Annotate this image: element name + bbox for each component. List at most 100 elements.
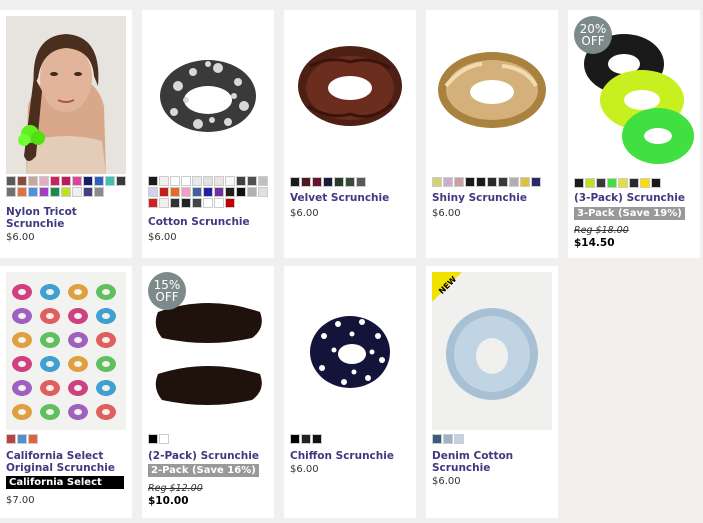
color-swatch[interactable] [596, 178, 606, 188]
color-swatch[interactable] [432, 177, 442, 187]
color-swatch[interactable] [443, 177, 453, 187]
color-swatch[interactable] [334, 177, 344, 187]
color-swatch[interactable] [83, 176, 93, 186]
color-swatch[interactable] [301, 434, 311, 444]
product-name[interactable]: Nylon Tricot Scrunchie [6, 206, 130, 230]
color-swatch[interactable] [148, 187, 158, 197]
color-swatch[interactable] [181, 176, 191, 186]
color-swatch[interactable] [203, 176, 213, 186]
product-photo-nylon[interactable] [6, 16, 126, 174]
color-swatch[interactable] [531, 177, 541, 187]
color-swatch[interactable] [203, 187, 213, 197]
color-swatch[interactable] [476, 177, 486, 187]
color-swatch[interactable] [159, 187, 169, 197]
color-swatch[interactable] [290, 177, 300, 187]
color-swatch[interactable] [214, 176, 224, 186]
color-swatch[interactable] [170, 187, 180, 197]
color-swatch[interactable] [148, 198, 158, 208]
color-swatch[interactable] [509, 177, 519, 187]
product-card[interactable]: Velvet Scrunchie $6.00 [284, 10, 416, 258]
product-card[interactable]: Shiny Scrunchie $6.00 [426, 10, 558, 258]
product-photo-shiny[interactable] [432, 16, 552, 174]
product-card[interactable]: 20% OFF (3-Pack) Scrunchie 3-Pack (Save … [568, 10, 700, 258]
color-swatch[interactable] [116, 176, 126, 186]
color-swatch[interactable] [170, 176, 180, 186]
color-swatch[interactable] [225, 187, 235, 197]
color-swatch[interactable] [312, 434, 322, 444]
color-swatch[interactable] [83, 187, 93, 197]
color-swatch[interactable] [159, 176, 169, 186]
color-swatch[interactable] [61, 176, 71, 186]
product-card[interactable]: Chiffon Scrunchie $6.00 [284, 266, 416, 518]
color-swatch[interactable] [225, 176, 235, 186]
color-swatch[interactable] [214, 187, 224, 197]
product-name[interactable]: (2-Pack) Scrunchie [148, 450, 272, 462]
color-swatch[interactable] [323, 177, 333, 187]
color-swatch[interactable] [159, 198, 169, 208]
color-swatch[interactable] [181, 187, 191, 197]
color-swatch[interactable] [72, 187, 82, 197]
color-swatch[interactable] [454, 177, 464, 187]
color-swatch[interactable] [105, 176, 115, 186]
color-swatch[interactable] [618, 178, 628, 188]
color-swatch[interactable] [443, 434, 453, 444]
color-swatch[interactable] [6, 187, 16, 197]
color-swatch[interactable] [148, 434, 158, 444]
color-swatch[interactable] [50, 187, 60, 197]
product-name[interactable]: Denim Cotton Scrunchie [432, 450, 556, 474]
product-name[interactable]: Chiffon Scrunchie [290, 450, 414, 462]
color-swatch[interactable] [487, 177, 497, 187]
color-swatch[interactable] [192, 198, 202, 208]
color-swatch[interactable] [629, 178, 639, 188]
color-swatch[interactable] [28, 176, 38, 186]
color-swatch[interactable] [225, 198, 235, 208]
color-swatch[interactable] [181, 198, 191, 208]
color-swatch[interactable] [72, 176, 82, 186]
color-swatch[interactable] [607, 178, 617, 188]
product-name[interactable]: Cotton Scrunchie [148, 216, 272, 228]
color-swatch[interactable] [345, 177, 355, 187]
product-photo-velvet[interactable] [290, 16, 410, 174]
color-swatch[interactable] [258, 187, 268, 197]
color-swatch[interactable] [94, 187, 104, 197]
color-swatch[interactable] [148, 176, 158, 186]
color-swatch[interactable] [290, 434, 300, 444]
product-card[interactable]: California Select Original Scrunchie Cal… [0, 266, 132, 518]
product-card[interactable]: Cotton Scrunchie $6.00 [142, 10, 274, 258]
color-swatch[interactable] [39, 176, 49, 186]
color-swatch[interactable] [203, 198, 213, 208]
color-swatch[interactable] [301, 177, 311, 187]
color-swatch[interactable] [94, 176, 104, 186]
color-swatch[interactable] [170, 198, 180, 208]
color-swatch[interactable] [356, 177, 366, 187]
color-swatch[interactable] [50, 176, 60, 186]
color-swatch[interactable] [17, 434, 27, 444]
color-swatch[interactable] [498, 177, 508, 187]
color-swatch[interactable] [465, 177, 475, 187]
product-card[interactable]: Nylon Tricot Scrunchie $6.00 [0, 10, 132, 258]
product-name[interactable]: Velvet Scrunchie [290, 192, 414, 204]
product-photo-cotton[interactable] [148, 16, 268, 174]
color-swatch[interactable] [6, 176, 16, 186]
product-photo-chiffon[interactable] [290, 272, 410, 430]
color-swatch[interactable] [574, 178, 584, 188]
color-swatch[interactable] [432, 434, 442, 444]
product-photo-california[interactable] [6, 272, 126, 430]
color-swatch[interactable] [236, 187, 246, 197]
color-swatch[interactable] [6, 434, 16, 444]
product-card[interactable]: NEW Denim Cotton Scrunchie $6.00 [426, 266, 558, 518]
color-swatch[interactable] [39, 187, 49, 197]
color-swatch[interactable] [28, 187, 38, 197]
color-swatch[interactable] [651, 178, 661, 188]
color-swatch[interactable] [585, 178, 595, 188]
product-name[interactable]: Shiny Scrunchie [432, 192, 556, 204]
color-swatch[interactable] [17, 176, 27, 186]
color-swatch[interactable] [17, 187, 27, 197]
color-swatch[interactable] [214, 198, 224, 208]
product-name[interactable]: (3-Pack) Scrunchie [574, 192, 698, 204]
color-swatch[interactable] [192, 187, 202, 197]
color-swatch[interactable] [454, 434, 464, 444]
product-card[interactable]: 15% OFF (2-Pack) Scrunchie 2-Pack (Save … [142, 266, 274, 518]
color-swatch[interactable] [247, 176, 257, 186]
color-swatch[interactable] [192, 176, 202, 186]
